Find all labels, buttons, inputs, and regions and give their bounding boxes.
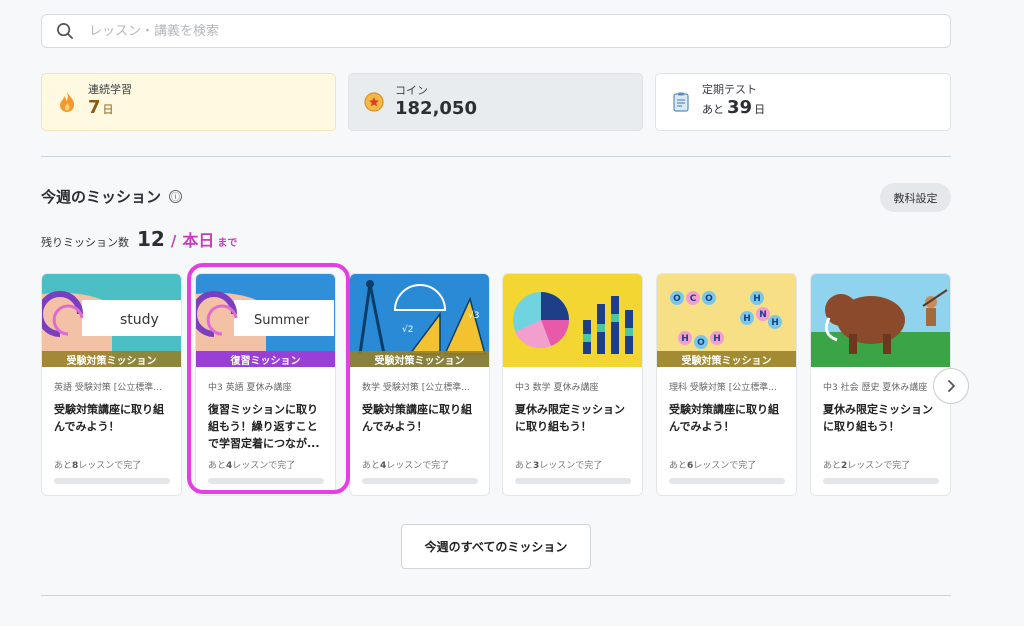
mission-title: 夏休み限定ミッションに取り組もう！ (515, 403, 625, 433)
svg-text:O: O (673, 294, 681, 304)
remaining-label: 残りミッション数 (41, 236, 129, 249)
mission-thumbnail (503, 274, 642, 367)
coin-label: コイン (395, 84, 428, 97)
mission-thumbnail: √2 √3 受験対策ミッション (350, 274, 489, 367)
streak-value: 7 (88, 97, 101, 118)
svg-text:H: H (771, 318, 779, 328)
svg-text:H: H (743, 314, 751, 324)
info-icon[interactable]: ⓘ (169, 190, 183, 203)
progress-bar (515, 478, 631, 484)
mission-title: 夏休み限定ミッションに取り組もう！ (823, 403, 933, 433)
search-bar[interactable] (41, 14, 951, 48)
chevron-right-icon (948, 380, 955, 392)
streak-card: 連続学習 7日 (41, 73, 336, 131)
exam-prefix: あと (702, 103, 724, 116)
svg-text:H: H (713, 334, 721, 344)
mission-card-3[interactable]: √2 √3 受験対策ミッション 数学 受験対策 [公立標準... 受験対策講座に… (349, 273, 490, 496)
mission-card-5[interactable]: O C O H H N H H O H 受験対策ミッション 理科 受験対策 [公… (656, 273, 797, 496)
mission-meta: 中3 社会 歴史 夏休み講座 (823, 383, 928, 393)
mission-progress: あと3レッスンで完了 (515, 461, 603, 471)
svg-text:O: O (705, 294, 713, 304)
mission-band: 受験対策ミッション (657, 351, 796, 367)
selected-card-highlight (187, 263, 350, 494)
mission-progress: あと8レッスンで完了 (54, 461, 142, 471)
streak-unit: 日 (102, 103, 114, 116)
svg-text:N: N (759, 310, 767, 320)
subject-settings-button[interactable]: 教科設定 (880, 183, 951, 212)
mission-card-1[interactable]: study 受験対策ミッション 英語 受験対策 [公立標準... 受験対策講座に… (41, 273, 182, 496)
mission-card-6[interactable]: 中3 社会 歴史 夏休み講座 夏休み限定ミッションに取り組もう！ あと2レッスン… (810, 273, 951, 496)
divider-bottom (41, 595, 951, 596)
flame-icon (56, 91, 78, 113)
svg-text:H: H (681, 334, 689, 344)
deadline: 本日 (182, 231, 215, 250)
divider-top (41, 156, 951, 157)
mission-progress: あと2レッスンで完了 (823, 461, 911, 471)
mission-progress: あと6レッスンで完了 (669, 461, 757, 471)
exam-value: 39 (727, 97, 753, 118)
coin-card: コイン 182,050 (348, 73, 643, 131)
missions-title: 今週のミッション (41, 188, 162, 206)
carousel-next-button[interactable] (933, 368, 969, 404)
section-title: 今週のミッション ⓘ (41, 186, 183, 207)
progress-bar (362, 478, 478, 484)
mission-thumbnail: O C O H H N H H O H 受験対策ミッション (657, 274, 796, 367)
progress-bar (823, 478, 939, 484)
remaining-separator: / (170, 232, 177, 250)
streak-label: 連続学習 (88, 83, 132, 96)
svg-text:H: H (753, 294, 761, 304)
exam-unit: 日 (754, 103, 766, 116)
mission-band: 受験対策ミッション (350, 351, 489, 367)
progress-bar (669, 478, 785, 484)
svg-text:O: O (697, 338, 705, 348)
search-icon (57, 22, 74, 39)
mission-thumbnail (811, 274, 950, 367)
mission-title: 受験対策講座に取り組んでみよう！ (669, 403, 779, 433)
mission-title: 受験対策講座に取り組んでみよう！ (54, 403, 164, 433)
remaining-missions: 残りミッション数 12 / 本日 まで (41, 227, 237, 251)
search-input[interactable] (89, 23, 909, 39)
progress-bar (54, 478, 170, 484)
coin-value: 182,050 (395, 98, 477, 119)
coin-icon (363, 91, 385, 113)
mission-title: 受験対策講座に取り組んでみよう！ (362, 403, 472, 433)
exam-card[interactable]: 定期テスト あと 39 日 (655, 73, 951, 131)
svg-text:C: C (690, 294, 697, 304)
exam-label: 定期テスト (702, 83, 757, 96)
mission-meta: 中3 数学 夏休み講座 (515, 383, 599, 393)
mission-band: 受験対策ミッション (42, 351, 181, 367)
mission-meta: 数学 受験対策 [公立標準... (362, 383, 470, 393)
clipboard-icon (670, 91, 692, 113)
mission-meta: 理科 受験対策 [公立標準... (669, 383, 777, 393)
mission-meta: 英語 受験対策 [公立標準... (54, 383, 162, 393)
mission-progress: あと4レッスンで完了 (362, 461, 450, 471)
remaining-count: 12 (137, 227, 165, 251)
svg-text:√3: √3 (468, 310, 479, 321)
thumb-word-study: study (120, 312, 159, 328)
mission-card-4[interactable]: 中3 数学 夏休み講座 夏休み限定ミッションに取り組もう！ あと3レッスンで完了 (502, 273, 643, 496)
svg-text:√2: √2 (402, 324, 413, 335)
view-all-missions-button[interactable]: 今週のすべてのミッション (401, 524, 591, 569)
mission-thumbnail: study 受験対策ミッション (42, 274, 181, 367)
deadline-suffix: まで (217, 238, 238, 249)
